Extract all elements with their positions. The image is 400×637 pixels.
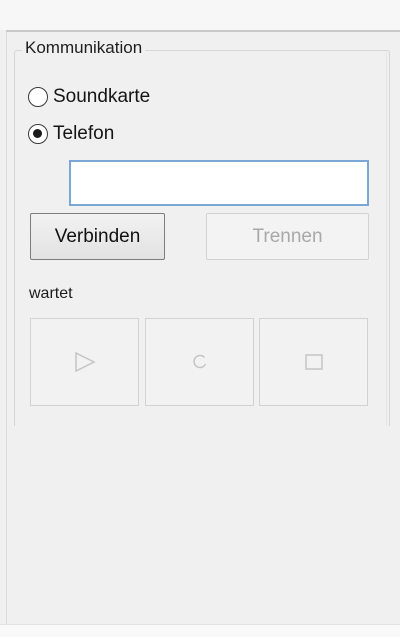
radio-soundkarte-label: Soundkarte [53, 86, 151, 107]
connect-button[interactable]: Verbinden [30, 213, 165, 260]
phone-number-input[interactable] [69, 160, 369, 206]
status-text: wartet [29, 285, 73, 302]
radio-soundkarte-circle[interactable] [28, 87, 48, 107]
record-icon [192, 354, 206, 369]
radio-telefon-label: Telefon [53, 123, 115, 144]
app-window: Kommunikation Soundkarte Telefon Verbind… [0, 0, 400, 637]
radio-telefon-circle[interactable] [28, 124, 48, 144]
play-icon [74, 351, 96, 373]
stop-icon [304, 354, 323, 370]
stop-button[interactable] [259, 318, 368, 406]
radio-telefon[interactable]: Telefon [28, 121, 114, 147]
radio-soundkarte[interactable]: Soundkarte [28, 84, 150, 110]
groupbox-title: Kommunikation [22, 37, 146, 59]
top-strip [0, 0, 400, 30]
bottom-strip [0, 624, 400, 637]
record-button[interactable] [145, 318, 254, 406]
play-button[interactable] [30, 318, 139, 406]
groupbox-divider [386, 52, 387, 426]
disconnect-button[interactable]: Trennen [206, 213, 369, 260]
